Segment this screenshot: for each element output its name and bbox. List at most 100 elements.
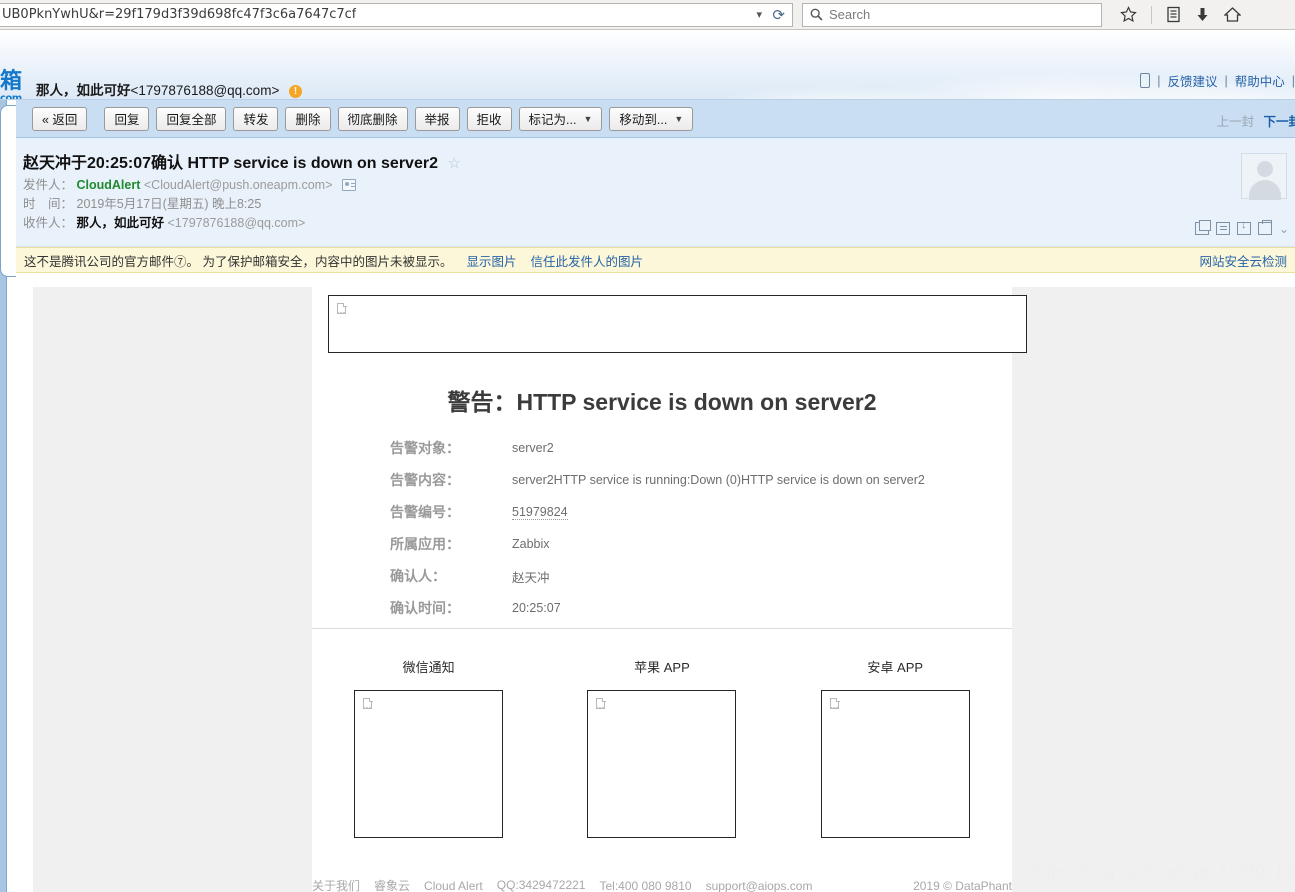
- delete-button[interactable]: 删除: [285, 106, 331, 131]
- broken-image-icon: [335, 302, 348, 316]
- star-icon[interactable]: ☆: [447, 155, 460, 172]
- time-label: 时 间：: [23, 197, 74, 211]
- open-in-window-icon[interactable]: [1194, 220, 1211, 235]
- address-bar-text: UB0PknYwhU&r=29f179d3f39d698fc47f3c6a764…: [2, 7, 357, 22]
- window-left-edge: [0, 31, 16, 892]
- footer-tel: Tel:400 080 9810: [599, 878, 692, 892]
- app-label: 安卓 APP: [867, 660, 924, 675]
- sender-name[interactable]: CloudAlert: [77, 178, 141, 192]
- account-email: <1797876188@qq.com>: [130, 83, 280, 98]
- feedback-link[interactable]: 反馈建议: [1167, 71, 1217, 90]
- avatar-head: [1257, 161, 1273, 177]
- mail-header-block: 赵天冲于20:25:07确认 HTTP service is down on s…: [16, 138, 1295, 247]
- qqmail-logo[interactable]: 箱 com: [0, 71, 22, 100]
- trust-sender-link[interactable]: 信任此发件人的图片: [531, 251, 644, 270]
- mail-navigation: 上一封 下一封: [1216, 111, 1295, 130]
- reload-icon[interactable]: ⟳: [772, 6, 785, 24]
- broken-image-icon: [828, 697, 841, 711]
- alert-email-card: 警告：HTTP service is down on server2 告警对象：…: [312, 287, 1027, 892]
- warning-icon[interactable]: !: [289, 85, 303, 98]
- notice-text: 这不是腾讯公司的官方邮件⑦。 为了保护邮箱安全，内容中的图片未被显示。: [24, 254, 453, 269]
- prev-mail-link[interactable]: 上一封: [1216, 115, 1254, 129]
- search-icon: [810, 8, 823, 21]
- back-button[interactable]: « 返回: [32, 106, 88, 131]
- sender-label: 发件人：: [23, 178, 74, 192]
- reject-button[interactable]: 拒收: [466, 106, 512, 131]
- avatar-body: [1249, 180, 1281, 200]
- site-security-check-link[interactable]: 网站安全云检测: [1199, 251, 1287, 270]
- reply-all-button[interactable]: 回复全部: [156, 106, 227, 131]
- recipient-address: <1797876188@qq.com>: [167, 216, 306, 230]
- report-button[interactable]: 举报: [414, 106, 460, 131]
- save-icon[interactable]: [1236, 220, 1251, 235]
- forward-button[interactable]: 转发: [233, 106, 279, 131]
- help-center-link[interactable]: 帮助中心: [1235, 71, 1285, 90]
- mail-body: 警告：HTTP service is down on server2 告警对象：…: [16, 273, 1295, 892]
- image-blocked-notice: 这不是腾讯公司的官方邮件⑦。 为了保护邮箱安全，内容中的图片未被显示。 显示图片…: [16, 247, 1295, 273]
- table-row: 告警内容： server2HTTP service is running:Dow…: [390, 464, 1010, 496]
- detail-value: server2: [512, 441, 554, 455]
- library-icon[interactable]: [1166, 6, 1181, 23]
- move-to-dropdown[interactable]: 移动到... ▼: [609, 106, 694, 131]
- qr-image-placeholder: [354, 690, 504, 838]
- footer-email[interactable]: support@aiops.com: [706, 879, 813, 892]
- address-bar[interactable]: UB0PknYwhU&r=29f179d3f39d698fc47f3c6a764…: [0, 2, 793, 27]
- sender-row: 发件人： CloudAlert <CloudAlert@push.oneapm.…: [23, 174, 356, 193]
- about-us-link[interactable]: 关于我们: [312, 877, 360, 892]
- mobile-phone-icon[interactable]: [1140, 73, 1151, 88]
- broken-image-icon: [361, 697, 374, 711]
- bookmark-star-icon[interactable]: [1120, 6, 1137, 23]
- table-row: 确认人： 赵天冲: [390, 560, 1010, 592]
- chevron-down-icon[interactable]: ▾: [756, 8, 762, 21]
- mail-action-icons: ⌄: [1194, 220, 1289, 235]
- table-row: 告警对象： server2: [390, 432, 1010, 464]
- contact-card-icon[interactable]: [341, 179, 356, 191]
- qqmail-header: 箱 com 那人，如此可好<1797876188@qq.com> ! 邮箱首页 …: [0, 31, 1295, 100]
- chevron-down-icon: ▼: [583, 113, 593, 124]
- email-footer: 关于我们 睿象云 Cloud Alert QQ:3429472221 Tel:4…: [312, 877, 1012, 892]
- note-icon[interactable]: [1215, 222, 1230, 235]
- mark-as-dropdown[interactable]: 标记为... ▼: [518, 106, 603, 131]
- brand-name-cn: 睿象云: [374, 879, 411, 892]
- footer-copyright: 2019 © DataPhant: [913, 878, 1012, 892]
- detail-label: 确认时间：: [390, 600, 460, 616]
- print-icon[interactable]: [1257, 220, 1272, 235]
- mail-toolbar: « 返回 回复 回复全部 转发 删除 彻底删除 举报 拒收 标记为... ▼ 移…: [16, 100, 1295, 138]
- detail-label: 告警编号：: [390, 504, 460, 520]
- account-name: 那人，如此可好: [36, 83, 131, 98]
- time-value: 2019年5月17日(星期五) 晚上8:25: [76, 197, 262, 211]
- avatar: [1241, 153, 1287, 200]
- detail-value: server2HTTP service is running:Down (0)H…: [512, 473, 925, 487]
- table-row: 所属应用： Zabbix: [390, 528, 1010, 560]
- detail-value: 赵天冲: [512, 570, 550, 585]
- app-column-wechat: 微信通知: [312, 657, 545, 838]
- next-mail-link[interactable]: 下一封: [1263, 115, 1295, 129]
- home-icon[interactable]: [1224, 6, 1241, 23]
- app-label: 微信通知: [402, 660, 455, 675]
- banner-image-placeholder: [328, 295, 1027, 353]
- sidebar-tab-curve: [0, 105, 16, 277]
- recipient-row: 收件人： 那人，如此可好 <1797876188@qq.com>: [23, 212, 305, 231]
- chevron-down-icon[interactable]: ⌄: [1279, 223, 1289, 235]
- download-icon[interactable]: [1195, 6, 1210, 23]
- account-line: 那人，如此可好<1797876188@qq.com> !: [36, 79, 303, 99]
- table-row: 告警编号： 51979824: [390, 496, 1010, 528]
- broken-image-icon: [594, 697, 607, 711]
- table-row: 确认时间： 20:25:07: [390, 592, 1010, 624]
- browser-search-input[interactable]: Search: [802, 2, 1102, 27]
- detail-label: 告警内容：: [390, 472, 460, 488]
- recipient-name[interactable]: 那人，如此可好: [77, 216, 165, 230]
- show-images-link[interactable]: 显示图片: [466, 251, 516, 270]
- permanent-delete-button[interactable]: 彻底删除: [337, 106, 408, 131]
- qqmail-logo-text: 箱: [0, 69, 23, 94]
- browser-action-icons: [1120, 5, 1241, 24]
- recipient-label: 收件人：: [23, 216, 74, 230]
- detail-value[interactable]: 51979824: [512, 505, 568, 520]
- brand-name-en: Cloud Alert: [424, 878, 483, 892]
- detail-value: 20:25:07: [512, 601, 561, 615]
- reply-button[interactable]: 回复: [104, 106, 150, 131]
- footer-qq[interactable]: QQ:3429472221: [497, 878, 586, 892]
- time-row: 时 间： 2019年5月17日(星期五) 晚上8:25: [23, 193, 261, 212]
- browser-toolbar: UB0PknYwhU&r=29f179d3f39d698fc47f3c6a764…: [0, 0, 1295, 30]
- section-divider: [312, 628, 1012, 629]
